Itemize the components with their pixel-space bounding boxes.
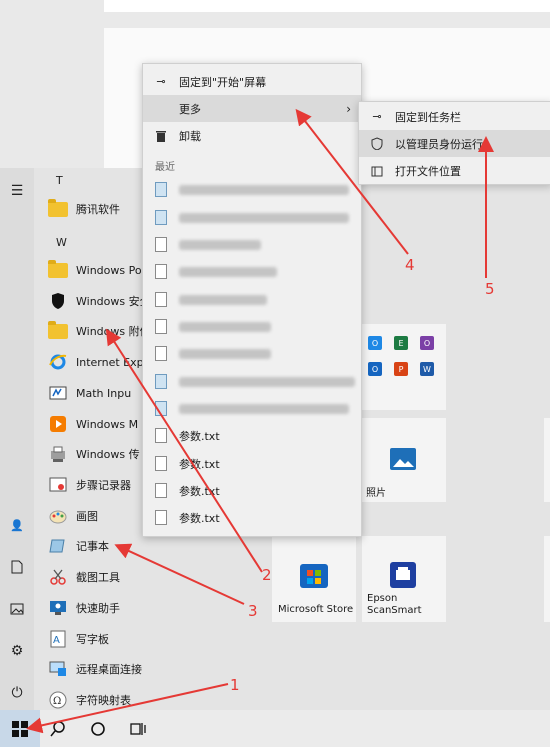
step-number-1: 1: [230, 676, 240, 694]
step-number-2: 2: [262, 566, 272, 584]
arrow-2: [105, 328, 263, 573]
arrow-3: [114, 543, 245, 605]
step-number-5: 5: [485, 280, 495, 298]
arrow-4: [295, 108, 409, 255]
step-number-4: 4: [405, 256, 415, 274]
step-number-3: 3: [248, 602, 258, 620]
annotation-arrows: [26, 108, 494, 734]
arrow-1: [26, 683, 229, 734]
